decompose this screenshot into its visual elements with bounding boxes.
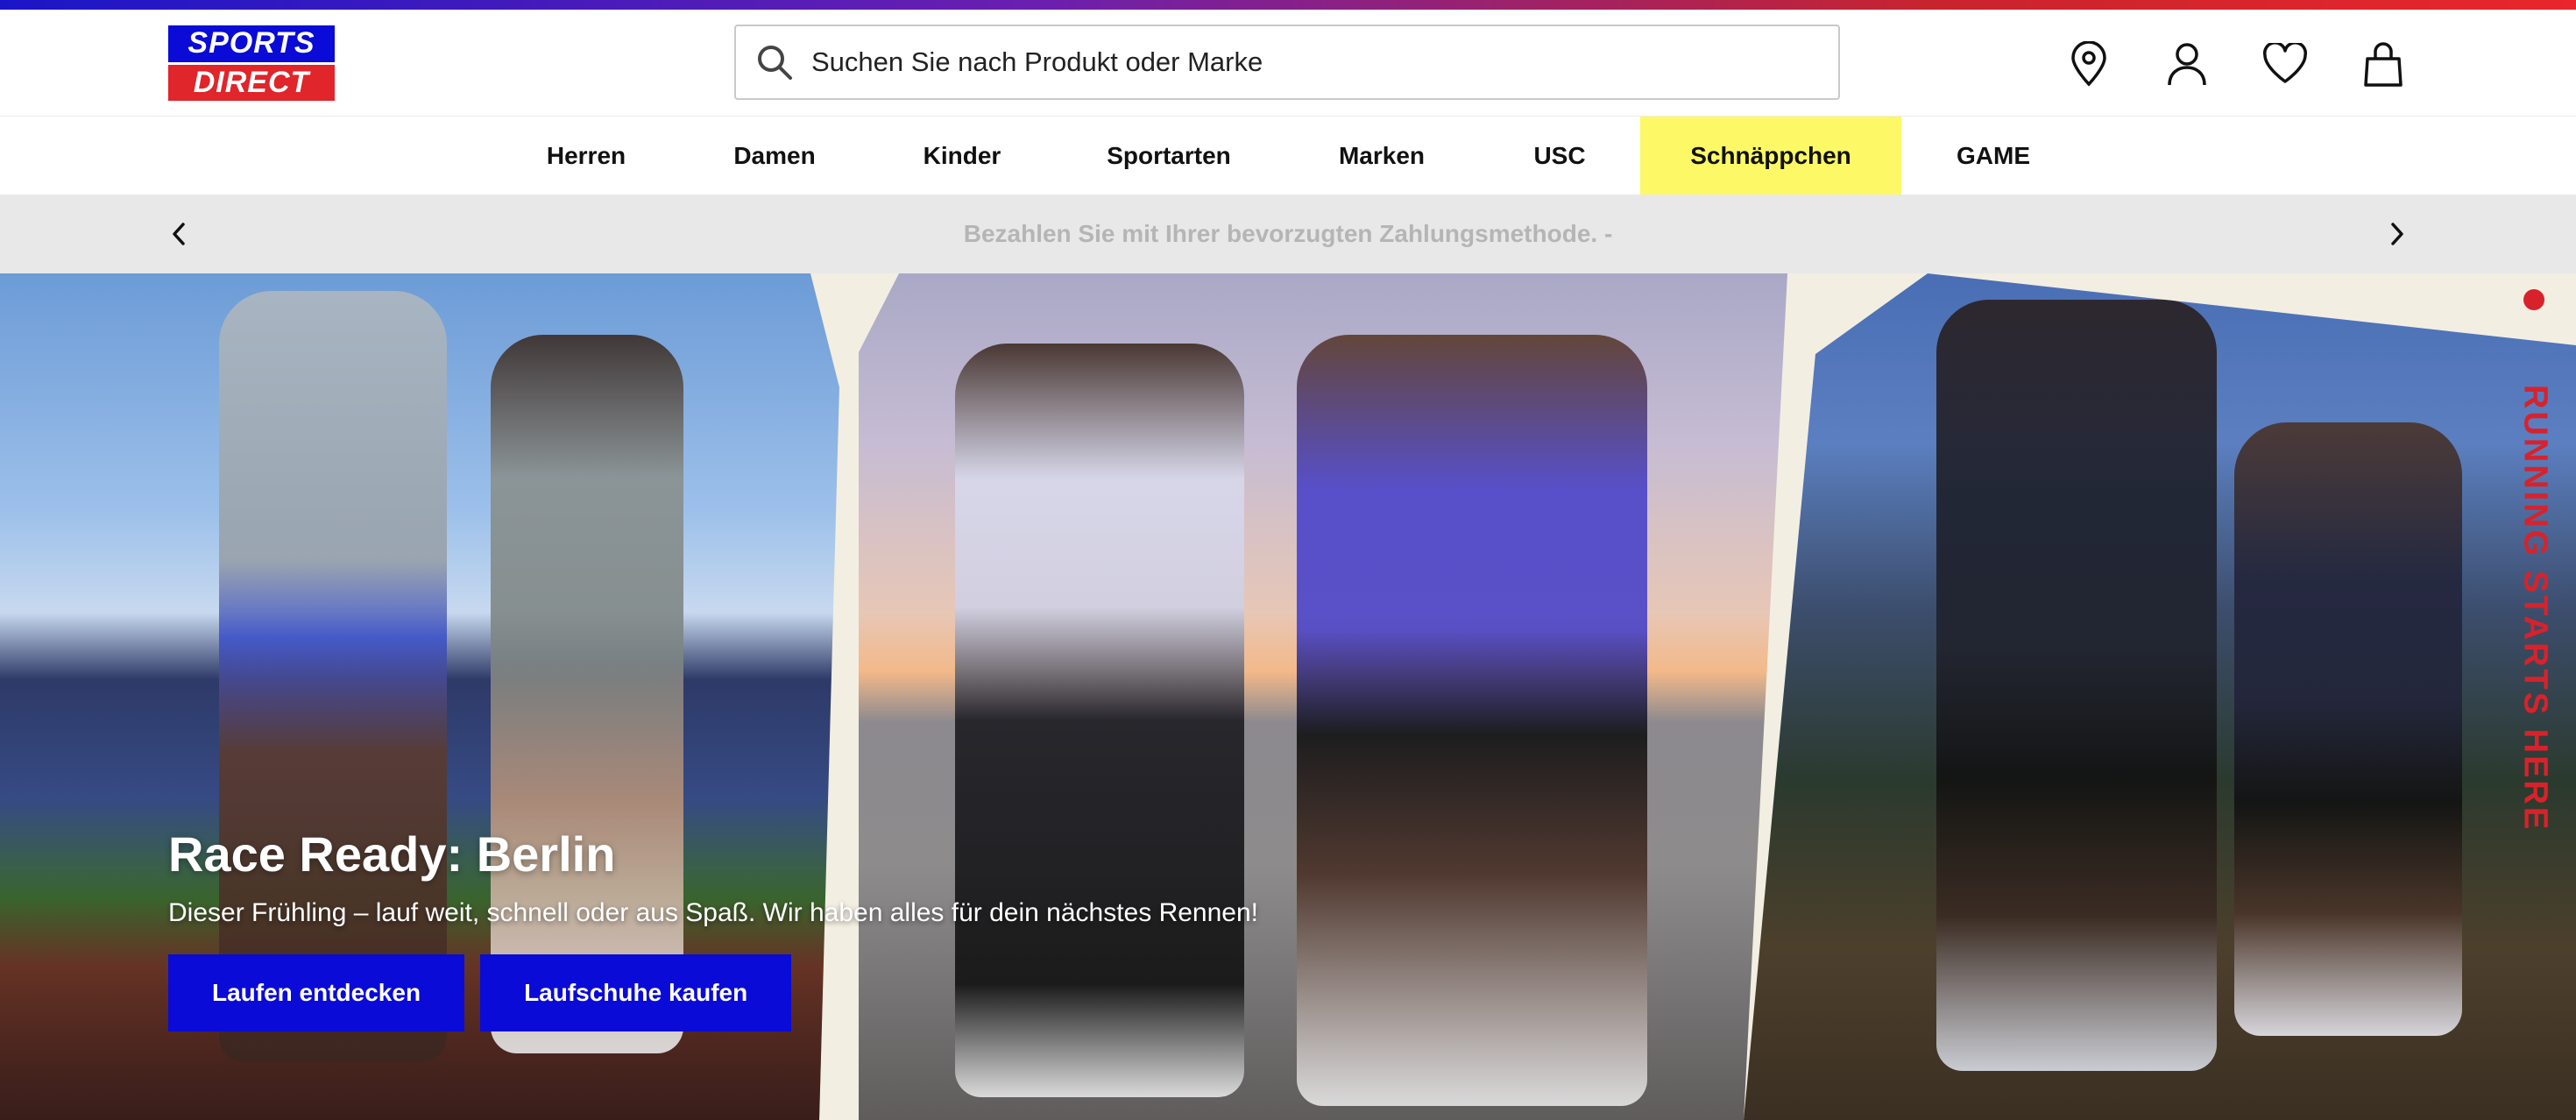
- logo-line-2: DIRECT: [168, 64, 335, 101]
- runner-figure: [2234, 422, 2462, 1036]
- hero-subtitle: Dieser Frühling – lauf weit, schnell ode…: [168, 898, 1258, 927]
- wishlist-icon[interactable]: [2261, 39, 2310, 89]
- store-locator-icon[interactable]: [2064, 39, 2113, 89]
- nav-schnaeppchen[interactable]: Schnäppchen: [1640, 117, 1901, 195]
- search-icon[interactable]: [750, 38, 799, 87]
- logo-line-1: SPORTS: [168, 25, 335, 65]
- explore-running-button[interactable]: Laufen entdecken: [168, 954, 465, 1031]
- top-gradient-bar: [0, 0, 2576, 10]
- header-icons: [2064, 39, 2408, 89]
- promo-banner: Bezahlen Sie mit Ihrer bevorzugten Zahlu…: [0, 195, 2576, 273]
- nav-game[interactable]: GAME: [1945, 117, 2042, 195]
- nav-sportarten[interactable]: Sportarten: [1097, 117, 1241, 195]
- promo-prev-arrow-icon[interactable]: [159, 214, 199, 254]
- logo-dot-icon: [2523, 289, 2544, 310]
- nav-usc[interactable]: USC: [1521, 117, 1598, 195]
- sports-direct-logo[interactable]: SPORTS DIRECT: [168, 25, 335, 101]
- hero-image-forest-runners: [1744, 273, 2576, 1120]
- hero-content: Race Ready: Berlin Dieser Frühling – lau…: [168, 826, 1258, 1031]
- search-bar[interactable]: [734, 25, 1840, 100]
- nav-damen[interactable]: Damen: [718, 117, 831, 195]
- bag-icon[interactable]: [2359, 39, 2408, 89]
- promo-text: Bezahlen Sie mit Ihrer bevorzugten Zahlu…: [963, 220, 1613, 247]
- site-header: SPORTS DIRECT: [0, 10, 2576, 116]
- side-slogan: RUNNING STARTS HERE: [2516, 384, 2554, 833]
- runner-figure: [1936, 300, 2217, 1071]
- account-icon[interactable]: [2162, 39, 2212, 89]
- main-navigation: Herren Damen Kinder Sportarten Marken US…: [0, 116, 2576, 195]
- hero-buttons: Laufen entdecken Laufschuhe kaufen: [168, 954, 1258, 1031]
- nav-kinder[interactable]: Kinder: [911, 117, 1013, 195]
- search-input[interactable]: [810, 46, 1777, 79]
- hero-banner[interactable]: RUNNING STARTS HERE Race Ready: Berlin D…: [0, 273, 2576, 1120]
- runner-figure: [1297, 335, 1647, 1106]
- hero-title: Race Ready: Berlin: [168, 826, 616, 882]
- promo-next-arrow-icon[interactable]: [2377, 214, 2417, 254]
- shop-running-shoes-button[interactable]: Laufschuhe kaufen: [480, 954, 792, 1031]
- nav-marken[interactable]: Marken: [1325, 117, 1439, 195]
- nav-herren[interactable]: Herren: [526, 117, 647, 195]
